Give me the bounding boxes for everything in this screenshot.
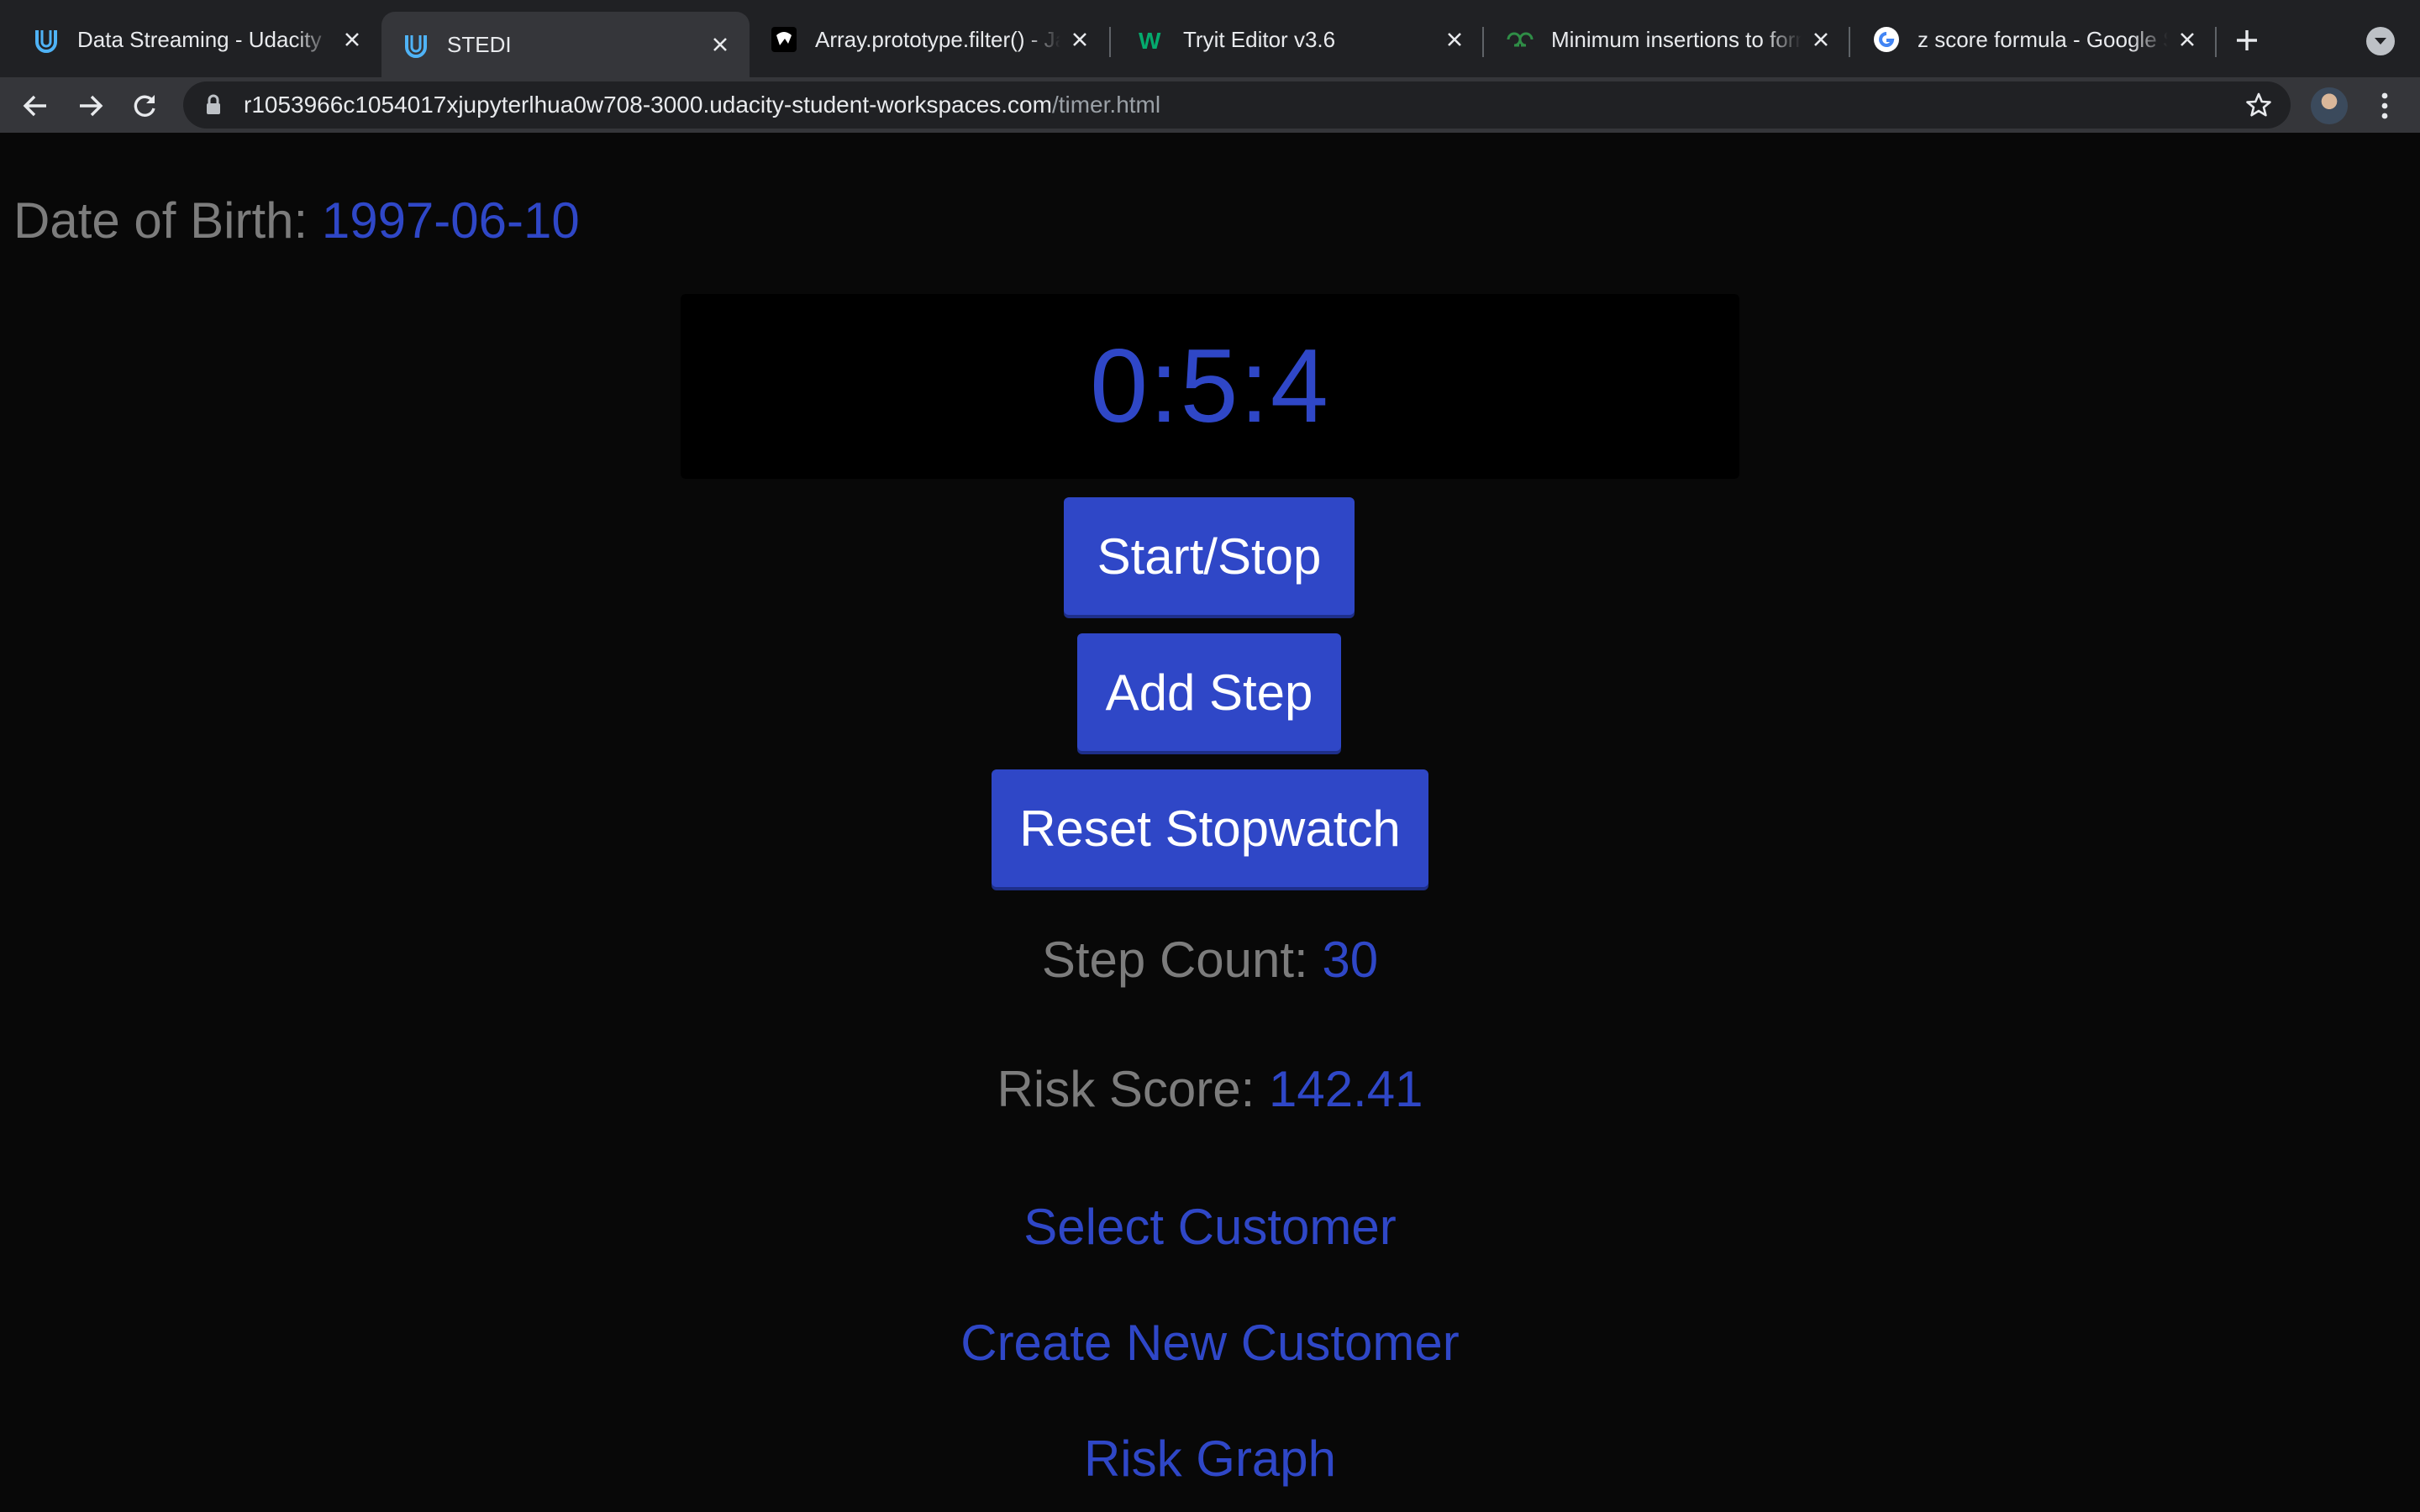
tab-title: STEDI [447,31,512,57]
stopwatch-display: 0:5:4 [681,294,1739,479]
new-tab-plus-icon[interactable] [2228,22,2265,59]
tab-mdn-array-filter[interactable]: Array.prototype.filter() - JavaScript | … [750,12,1109,67]
risk-score-label: Risk Score: [997,1061,1255,1117]
close-icon[interactable] [708,32,733,57]
create-new-customer-link[interactable]: Create New Customer [0,1314,2420,1372]
dob-value: 1997-06-10 [321,192,580,249]
url-path: /timer.html [1051,92,1161,118]
dob-label: Date of Birth: [13,192,308,249]
close-icon[interactable] [1808,27,1833,52]
tab-separator [1482,27,1484,57]
tab-separator [1109,27,1111,57]
step-count-value: 30 [1322,932,1379,988]
more-menu-icon[interactable] [2368,87,2402,124]
risk-score-value: 142.41 [1268,1061,1423,1117]
close-icon[interactable] [1442,27,1467,52]
start-stop-button[interactable]: Start/Stop [1064,497,1355,615]
browser-toolbar: r1053966c1054017xjupyterlhua0w708-3000.u… [0,77,2420,134]
tab-title: z score formula - Google Search [1918,26,2168,52]
timer-value: 0:5:4 [1090,328,1330,444]
tab-data-streaming[interactable]: Data Streaming - Udacity [12,12,381,67]
select-customer-link-text[interactable]: Select Customer [1023,1199,1397,1255]
tab-title: Minimum insertions to form a palindrome [1551,26,1802,52]
geeksforgeeks-icon [1506,25,1534,54]
select-customer-link[interactable]: Select Customer [0,1198,2420,1256]
date-of-birth: Date of Birth: 1997-06-10 [13,192,580,249]
close-icon[interactable] [339,27,365,52]
tab-tryit-editor[interactable]: W Tryit Editor v3.6 [1118,12,1484,67]
url-host: r1053966c1054017xjupyterlhua0w708-3000.u… [244,92,1052,118]
tab-geeksforgeeks[interactable]: Minimum insertions to form a palindrome [1486,12,1850,67]
tab-google-search[interactable]: z score formula - Google Search [1852,12,2217,67]
tab-separator [1849,27,1850,57]
udacity-icon [402,30,430,59]
w3schools-icon: W [1138,25,1166,54]
profile-avatar[interactable] [2311,87,2348,124]
back-arrow-icon[interactable] [17,87,54,124]
step-count-label: Step Count: [1041,932,1308,988]
close-icon[interactable] [1067,27,1092,52]
svg-text:W: W [1139,28,1161,54]
google-icon [1872,25,1901,54]
risk-graph-link[interactable]: Risk Graph [0,1430,2420,1488]
url-text: r1053966c1054017xjupyterlhua0w708-3000.u… [244,92,1160,118]
close-icon[interactable] [2175,27,2200,52]
address-bar[interactable]: r1053966c1054017xjupyterlhua0w708-3000.u… [183,81,2291,129]
tab-title: Array.prototype.filter() - JavaScript | … [815,26,1060,52]
risk-graph-link-text[interactable]: Risk Graph [1084,1431,1336,1487]
browser-tab-strip: Data Streaming - Udacity STEDI Array.pro… [0,0,2420,77]
lock-icon[interactable] [203,93,224,117]
tab-search-chevron-icon[interactable] [2366,27,2395,55]
reload-icon[interactable] [126,87,163,124]
tab-separator [2215,27,2217,57]
forward-arrow-icon[interactable] [72,87,109,124]
tab-title: Data Streaming - Udacity [77,26,322,52]
create-new-customer-link-text[interactable]: Create New Customer [960,1315,1460,1371]
reset-stopwatch-button[interactable]: Reset Stopwatch [992,769,1428,887]
tab-stedi[interactable]: STEDI [381,12,750,77]
risk-score: Risk Score: 142.41 [0,1060,2420,1118]
tab-title: Tryit Editor v3.6 [1183,26,1336,52]
bookmark-star-icon[interactable] [2244,90,2274,120]
udacity-icon [32,25,60,54]
page-content: Date of Birth: 1997-06-10 0:5:4 Start/St… [0,133,2420,1512]
mdn-icon [770,25,798,54]
add-step-button[interactable]: Add Step [1077,633,1341,751]
step-count: Step Count: 30 [0,931,2420,989]
